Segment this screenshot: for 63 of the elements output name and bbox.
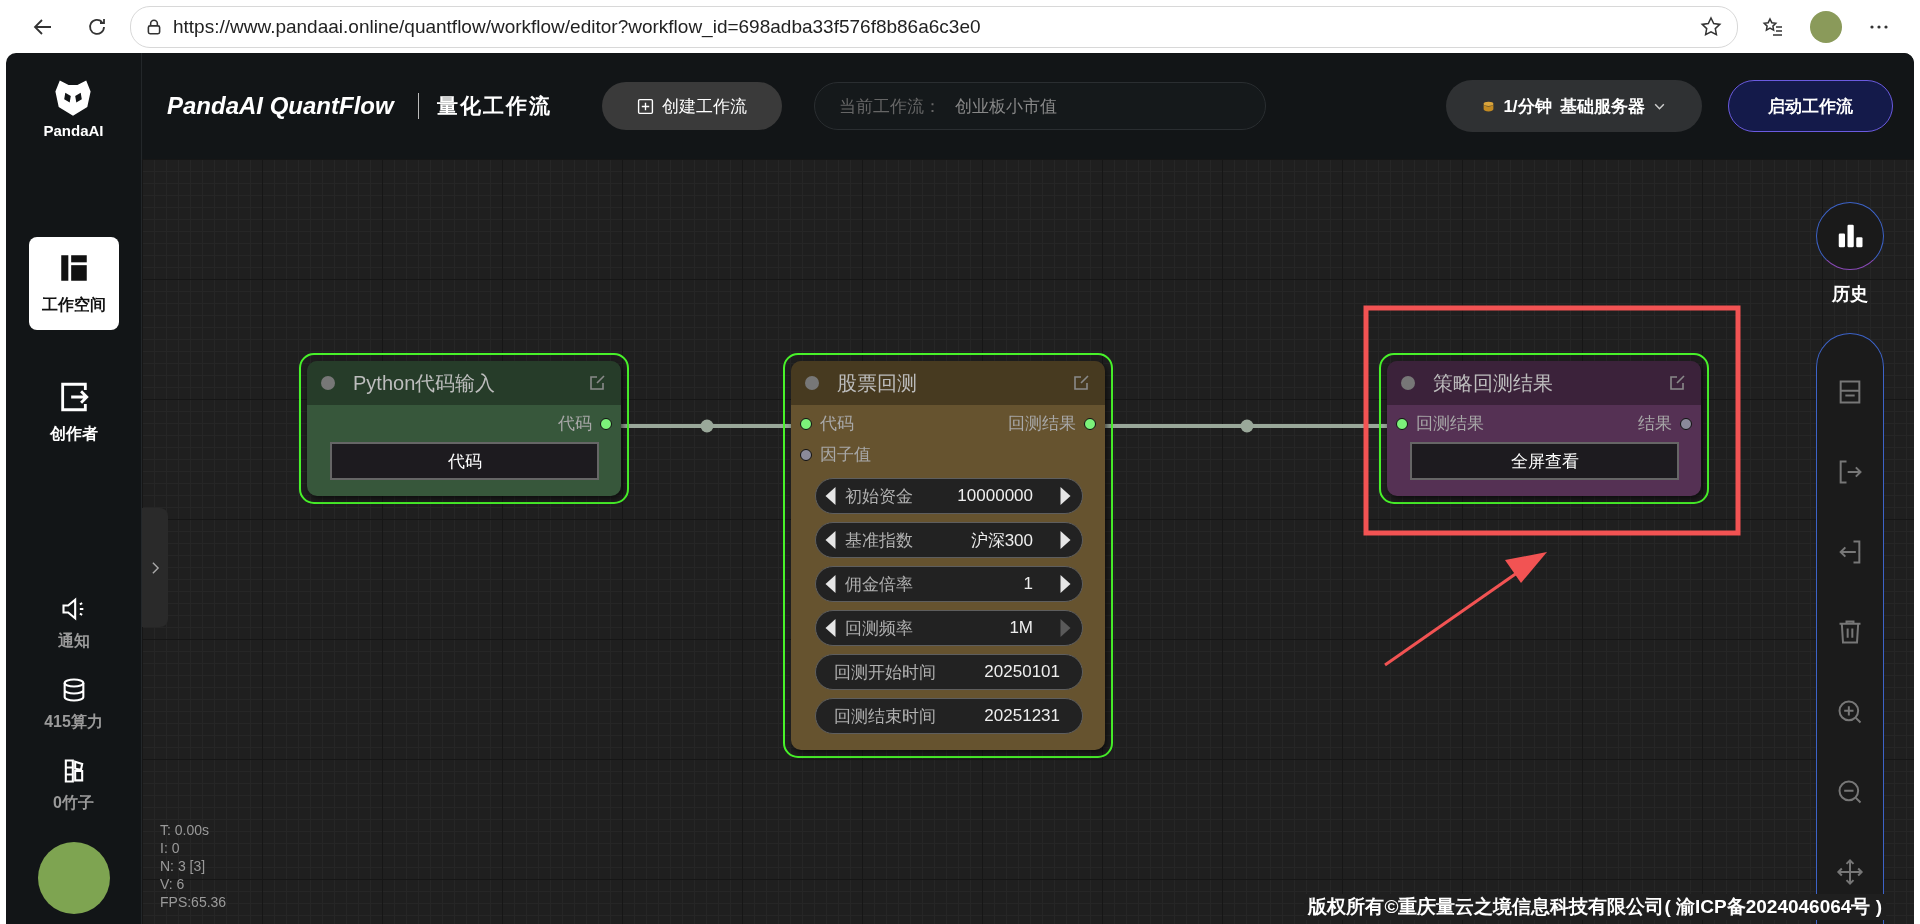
field-label: 当前工作流： bbox=[838, 95, 941, 118]
node-card[interactable]: 策略回测结果 回测结果 结果 全屏查看 bbox=[1387, 361, 1701, 496]
app-subtitle: 量化工作流 bbox=[436, 93, 552, 119]
start-workflow-button[interactable]: 启动工作流 bbox=[1728, 80, 1893, 132]
node-title: 策略回测结果 bbox=[1433, 370, 1554, 396]
value-stepper[interactable]: 佣金倍率 1 bbox=[815, 566, 1083, 602]
value-stepper[interactable]: 回测频率 1M bbox=[815, 610, 1083, 646]
edit-icon[interactable] bbox=[1667, 373, 1687, 393]
create-workflow-button[interactable]: 创建工作流 bbox=[601, 82, 782, 130]
edit-icon[interactable] bbox=[1071, 373, 1091, 393]
chevron-right-icon bbox=[150, 560, 160, 575]
status-dot-icon bbox=[321, 376, 335, 390]
field-value: 创业板小市值 bbox=[954, 95, 1057, 118]
debug-stat: V: 6 bbox=[160, 875, 186, 893]
address-bar[interactable]: https://www.pandaai.online/quantflow/workflow/editor?workflow_id=698adba33f576f8b86a6c3e0 bbox=[130, 5, 1738, 48]
zoom-in-icon[interactable] bbox=[1836, 698, 1864, 726]
history-label: 历史 bbox=[1832, 283, 1868, 306]
sidebar-item[interactable]: 创作者 bbox=[28, 366, 119, 459]
sidebar-item[interactable]: 415算力 bbox=[28, 670, 119, 739]
server-name: 基础服务器 bbox=[1559, 95, 1645, 118]
text-field[interactable]: 回测结束时间 20251231 bbox=[815, 698, 1083, 734]
current-workflow-field[interactable]: 当前工作流： 创业板小市值 bbox=[813, 82, 1266, 130]
value-stepper[interactable]: 初始资金 10000000 bbox=[815, 478, 1083, 514]
debug-stat: FPS:65.36 bbox=[160, 893, 227, 911]
status-dot-icon bbox=[1401, 376, 1415, 390]
right-arrow-icon[interactable] bbox=[1059, 530, 1072, 550]
left-arrow-icon[interactable] bbox=[824, 530, 837, 550]
node-button[interactable]: 代码 bbox=[330, 442, 599, 480]
node-card[interactable]: Python代码输入 代码 代码 bbox=[307, 361, 621, 496]
left-arrow-icon[interactable] bbox=[824, 574, 837, 594]
text-field[interactable]: 回测开始时间 20250101 bbox=[815, 654, 1083, 690]
sidebar-item[interactable]: 通知 bbox=[28, 589, 119, 658]
node-button[interactable]: 全屏查看 bbox=[1410, 442, 1679, 480]
right-arrow-icon[interactable] bbox=[1059, 574, 1072, 594]
coin-icon bbox=[1482, 99, 1496, 113]
sidebar-item[interactable]: 0竹子 bbox=[28, 751, 119, 820]
move-icon[interactable] bbox=[1836, 858, 1864, 886]
sidebar-item[interactable]: 工作空间 bbox=[28, 237, 119, 330]
lock-icon bbox=[145, 17, 163, 36]
logo-text: PandaAI bbox=[43, 121, 104, 139]
node-card[interactable]: 股票回测 代码 回测结果 因子值 初始资金 10000000 基准指数 沪深300 佣金倍率 1 回测频率 1M 回测开始时间 20250101 回测结束时间 20251231 bbox=[791, 361, 1105, 750]
debug-stat: T: 0.00s bbox=[160, 821, 211, 839]
star-icon[interactable] bbox=[1699, 14, 1723, 39]
app-title: PandaAI QuantFlow bbox=[167, 92, 394, 120]
status-dot-icon bbox=[805, 376, 819, 390]
value-stepper[interactable]: 基准指数 沪深300 bbox=[815, 522, 1083, 558]
debug-stat: I: 0 bbox=[160, 839, 181, 857]
server-dropdown[interactable]: 1/分钟 基础服务器 bbox=[1446, 80, 1702, 132]
right-arrow-icon[interactable] bbox=[1059, 486, 1072, 506]
left-arrow-icon[interactable] bbox=[824, 618, 837, 638]
profile-avatar[interactable] bbox=[1810, 10, 1842, 43]
zoom-out-icon[interactable] bbox=[1836, 778, 1864, 806]
left-arrow-icon[interactable] bbox=[824, 486, 837, 506]
node-title: 股票回测 bbox=[837, 370, 918, 396]
copyright-text: 版权所有©重庆量云之境信息科技有限公司( 渝ICP备2024046064号 ) bbox=[1304, 894, 1886, 920]
node-title: Python代码输入 bbox=[353, 370, 497, 396]
output-slot[interactable]: 结果 bbox=[1638, 412, 1692, 435]
plus-box-icon bbox=[636, 97, 654, 115]
input-slot[interactable]: 回测结果 bbox=[1396, 412, 1484, 435]
edit-icon[interactable] bbox=[587, 373, 607, 393]
output-slot[interactable]: 代码 bbox=[558, 412, 612, 435]
debug-stat: N: 3 [3] bbox=[160, 857, 207, 875]
rate-text: 1/分钟 bbox=[1503, 95, 1552, 118]
